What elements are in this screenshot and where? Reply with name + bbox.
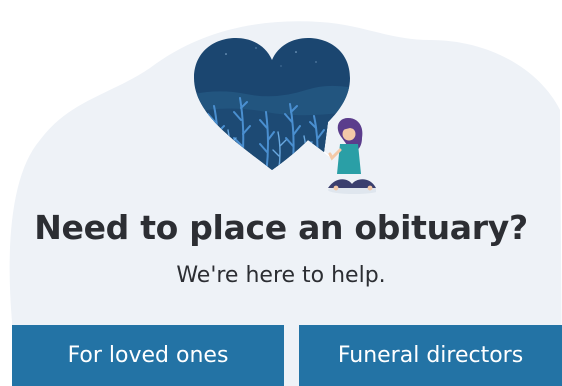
heart-speech-bubble-woman-icon xyxy=(194,38,376,194)
page-title: Need to place an obituary? xyxy=(34,208,528,247)
funeral-directors-button[interactable]: Funeral directors xyxy=(299,325,562,386)
for-loved-ones-button[interactable]: For loved ones xyxy=(12,325,284,386)
page-subtitle: We're here to help. xyxy=(176,263,386,288)
obituary-promo: Need to place an obituary? We're here to… xyxy=(0,0,562,386)
